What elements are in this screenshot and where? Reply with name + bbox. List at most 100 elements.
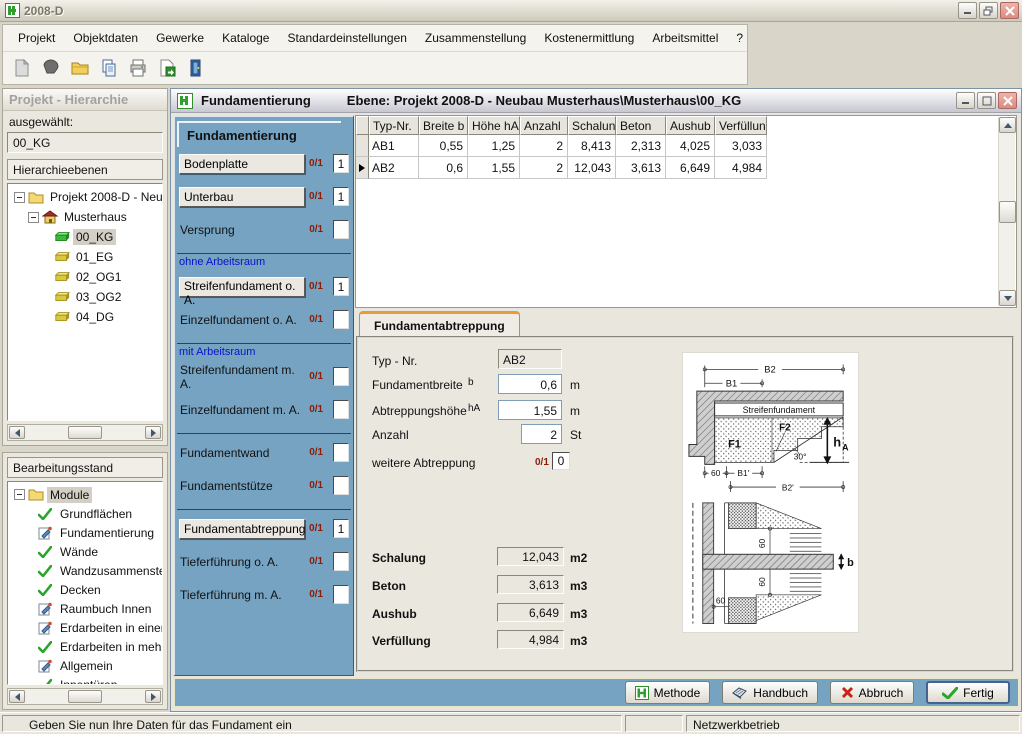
tree-node-level[interactable]: 00_KG (10, 227, 162, 247)
hierarchy-hscrollbar[interactable] (7, 424, 163, 441)
count-input[interactable]: 1 (333, 154, 349, 173)
collapse-icon[interactable] (28, 212, 39, 223)
open-folder-button[interactable] (67, 55, 93, 81)
count-input[interactable] (333, 400, 349, 419)
menu-help[interactable]: ? (727, 27, 752, 49)
module-item-streifenfundament-ma[interactable]: Streifenfundament m. A. (179, 363, 305, 391)
fundamentbreite-input[interactable]: 0,6 (498, 374, 562, 394)
table-cell[interactable]: 6,649 (666, 157, 715, 179)
module-state-row[interactable]: Wandzusammenste (10, 561, 162, 580)
table-cell[interactable]: AB1 (369, 135, 419, 157)
column-header[interactable]: Schalung (568, 116, 616, 135)
column-header[interactable]: Anzahl (520, 116, 568, 135)
table-cell[interactable]: 1,55 (468, 157, 520, 179)
module-state-row[interactable]: Innentüren (10, 675, 162, 685)
inner-maximize-button[interactable] (977, 92, 996, 109)
table-cell[interactable]: 1,25 (468, 135, 520, 157)
count-input[interactable] (333, 367, 349, 386)
count-input[interactable] (333, 310, 349, 329)
handbuch-button[interactable]: Handbuch (722, 681, 818, 704)
tree-node-level[interactable]: 02_OG1 (10, 267, 162, 287)
module-state-row[interactable]: Erdarbeiten in einer (10, 618, 162, 637)
module-item-einzelfundament-oa[interactable]: Einzelfundament o. A. (179, 313, 305, 327)
collapse-icon[interactable] (14, 192, 25, 203)
anzahl-input[interactable]: 2 (521, 424, 562, 444)
count-input[interactable]: 1 (333, 519, 349, 538)
module-item-tieferfuehrung-ma[interactable]: Tieferführung m. A. (179, 588, 305, 602)
count-input[interactable] (333, 220, 349, 239)
module-item-streifenfundament-oa[interactable]: Streifenfundament o. A. (179, 277, 305, 297)
table-cell[interactable]: AB2 (369, 157, 419, 179)
tree-node-building[interactable]: Musterhaus (10, 207, 162, 227)
module-item-unterbau[interactable]: Unterbau (179, 187, 305, 207)
menu-arbeitsmittel[interactable]: Arbeitsmittel (643, 27, 727, 49)
table-cell[interactable]: 3,613 (616, 157, 666, 179)
scroll-down-button[interactable] (999, 290, 1016, 306)
count-input[interactable] (333, 585, 349, 604)
module-state-row[interactable]: Decken (10, 580, 162, 599)
module-state-row[interactable]: Allgemein (10, 656, 162, 675)
module-state-row[interactable]: Grundflächen (10, 504, 162, 523)
column-header[interactable]: Verfüllung (715, 116, 767, 135)
methode-button[interactable]: Methode (625, 681, 711, 704)
module-state-row[interactable]: Wände (10, 542, 162, 561)
count-input[interactable] (333, 476, 349, 495)
row-selector-active[interactable] (356, 157, 369, 179)
menu-objektdaten[interactable]: Objektdaten (64, 27, 147, 49)
collapse-icon[interactable] (14, 489, 25, 500)
inner-close-button[interactable] (998, 92, 1017, 109)
tree-node-level[interactable]: 03_OG2 (10, 287, 162, 307)
weitere-abtreppung-input[interactable]: 0 (552, 452, 570, 470)
abtreppungshoehe-input[interactable]: 1,55 (498, 400, 562, 420)
menu-zusammenstellung[interactable]: Zusammenstellung (416, 27, 535, 49)
copy-button[interactable] (96, 55, 122, 81)
table-cell[interactable]: 3,033 (715, 135, 767, 157)
scroll-right-button[interactable] (145, 690, 161, 703)
column-header[interactable]: Aushub (666, 116, 715, 135)
minimize-button[interactable] (958, 2, 977, 19)
scroll-left-button[interactable] (9, 426, 25, 439)
module-state-row[interactable]: Fundamentierung (10, 523, 162, 542)
open-project-button[interactable] (38, 55, 64, 81)
tree-node-level[interactable]: 04_DG (10, 307, 162, 327)
menu-gewerke[interactable]: Gewerke (147, 27, 213, 49)
scroll-up-button[interactable] (999, 117, 1016, 133)
abbruch-button[interactable]: Abbruch (830, 681, 914, 704)
module-item-fundamentwand[interactable]: Fundamentwand (179, 446, 305, 460)
tree-node-project[interactable]: Projekt 2008-D - Neubau (10, 187, 162, 207)
module-state-row[interactable]: Erdarbeiten in mehre (10, 637, 162, 656)
table-cell[interactable]: 4,025 (666, 135, 715, 157)
table-cell[interactable]: 0,6 (419, 157, 468, 179)
table-cell[interactable]: 0,55 (419, 135, 468, 157)
tree-node-module-root[interactable]: Module (10, 485, 162, 504)
module-item-bodenplatte[interactable]: Bodenplatte (179, 154, 305, 174)
print-button[interactable] (125, 55, 151, 81)
module-item-einzelfundament-ma[interactable]: Einzelfundament m. A. (179, 403, 305, 417)
table-cell[interactable]: 4,984 (715, 157, 767, 179)
row-selector[interactable] (356, 135, 369, 157)
tab-fundamentabtreppung[interactable]: Fundamentabtreppung (359, 311, 520, 337)
close-button[interactable] (1000, 2, 1019, 19)
count-input[interactable] (333, 552, 349, 571)
column-header[interactable]: Beton (616, 116, 666, 135)
menu-kataloge[interactable]: Kataloge (213, 27, 278, 49)
menu-standardeinstellungen[interactable]: Standardeinstellungen (278, 27, 415, 49)
count-input[interactable]: 1 (333, 277, 349, 296)
table-cell[interactable]: 2 (520, 157, 568, 179)
export-document-button[interactable] (154, 55, 180, 81)
new-document-button[interactable] (9, 55, 35, 81)
exit-door-button[interactable] (183, 55, 209, 81)
module-item-versprung[interactable]: Versprung (179, 223, 305, 237)
scroll-right-button[interactable] (145, 426, 161, 439)
count-input[interactable] (333, 443, 349, 462)
column-header[interactable]: Typ-Nr. (369, 116, 419, 135)
progress-hscrollbar[interactable] (7, 688, 163, 705)
module-item-fundamentstuetze[interactable]: Fundamentstütze (179, 479, 305, 493)
table-cell[interactable]: 2 (520, 135, 568, 157)
menu-kostenermittlung[interactable]: Kostenermittlung (535, 27, 643, 49)
module-state-row[interactable]: Raumbuch Innen (10, 599, 162, 618)
table-cell[interactable]: 12,043 (568, 157, 616, 179)
table-vscrollbar[interactable] (998, 117, 1015, 306)
inner-minimize-button[interactable] (956, 92, 975, 109)
count-input[interactable]: 1 (333, 187, 349, 206)
